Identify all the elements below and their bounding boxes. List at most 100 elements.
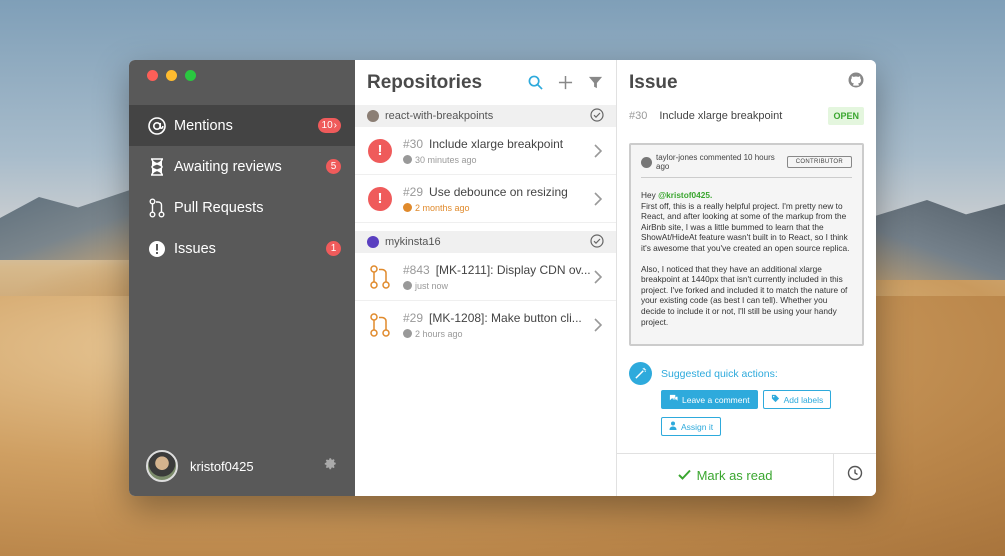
magic-wand-icon (629, 362, 652, 385)
status-badge: OPEN (828, 107, 864, 125)
app-window: Mentions 10 › Awaiting reviews 5 Pull Req… (129, 60, 876, 496)
issue-number: #30 (629, 110, 648, 122)
sidebar-item-issues[interactable]: Issues 1 (129, 228, 355, 269)
issue-icon: ! (367, 138, 393, 164)
clock-icon (403, 329, 412, 338)
issue-footer: Mark as read (617, 453, 876, 496)
at-sign-icon (146, 115, 168, 137)
window-controls (147, 70, 196, 81)
comment-paragraph: First off, this is a really helpful proj… (641, 200, 850, 253)
panel-title: Issue (629, 71, 678, 93)
quick-actions: Leave a comment Add labels Assign it (661, 390, 861, 436)
comment-icon (669, 394, 678, 405)
repo-owner-avatar (367, 236, 379, 248)
item-number: #30 (403, 136, 424, 151)
close-window-button[interactable] (147, 70, 158, 81)
issue-icon (146, 238, 168, 260)
item-time: 2 months ago (415, 202, 470, 213)
repo-name: react-with-breakpoints (385, 110, 494, 122)
minimize-window-button[interactable] (166, 70, 177, 81)
repo-name: mykinsta16 (385, 236, 441, 248)
add-labels-button[interactable]: Add labels (762, 390, 832, 409)
chevron-right-icon: › (333, 120, 337, 131)
comment-paragraph: Also, I noticed that they have an additi… (641, 263, 848, 327)
item-title: Use debounce on resizing (429, 184, 568, 199)
suggested-actions: Suggested quick actions: (629, 362, 778, 385)
pull-request-icon (146, 197, 168, 219)
suggested-actions-label: Suggested quick actions: (661, 367, 778, 380)
sidebar-nav: Mentions 10 › Awaiting reviews 5 Pull Req… (129, 105, 355, 269)
item-title: Include xlarge breakpoint (429, 136, 564, 151)
clock-history-icon (847, 465, 863, 486)
search-icon[interactable] (526, 74, 544, 92)
sidebar: Mentions 10 › Awaiting reviews 5 Pull Req… (129, 60, 355, 496)
sidebar-item-label: Issues (174, 240, 216, 257)
page-title: Repositories (367, 71, 483, 93)
repo-group-header[interactable]: mykinsta16 (355, 231, 616, 253)
sidebar-item-label: Mentions (174, 117, 233, 134)
item-time: just now (415, 280, 449, 291)
list-item[interactable]: #29 [MK-1208]: Make button cli... 2 hours… (355, 301, 616, 348)
avatar (641, 156, 652, 168)
assign-button[interactable]: Assign it (661, 417, 722, 436)
zoom-window-button[interactable] (185, 70, 196, 81)
clock-icon (403, 203, 412, 212)
snooze-button[interactable] (833, 454, 876, 496)
check-circle-icon[interactable] (590, 107, 604, 125)
avatar[interactable] (146, 450, 178, 482)
mentions-count-badge: 10 › (317, 118, 341, 133)
repo-group-header[interactable]: react-with-breakpoints (355, 105, 616, 127)
issues-count-badge: 1 (326, 241, 341, 256)
item-title: [MK-1208]: Make button cli... (429, 310, 582, 325)
plus-icon[interactable] (556, 74, 574, 92)
pull-request-icon (367, 312, 393, 338)
sidebar-item-label: Awaiting reviews (174, 158, 282, 175)
item-time: 30 minutes ago (415, 154, 477, 165)
issue-panel: Issue #30 Include xlarge breakpoint OPEN… (617, 60, 876, 496)
item-title: [MK-1211]: Display CDN ov... (435, 262, 591, 277)
person-icon (669, 421, 677, 432)
sidebar-item-mentions[interactable]: Mentions 10 › (129, 105, 355, 146)
chevron-right-icon (592, 317, 604, 333)
item-number: #29 (403, 310, 424, 325)
list-item[interactable]: ! #30 Include xlarge breakpoint 30 minute… (355, 127, 616, 175)
user-mention[interactable]: @kristof0425. (658, 190, 712, 200)
contributor-badge: CONTRIBUTOR (786, 156, 852, 168)
list-item[interactable]: #843 [MK-1211]: Display CDN ov... just no… (355, 253, 616, 301)
github-icon[interactable] (848, 72, 864, 93)
user-profile: kristof0425 (146, 450, 337, 482)
comment-body: Hey @kristof0425. First off, this is a r… (641, 190, 852, 327)
sidebar-item-awaiting-reviews[interactable]: Awaiting reviews 5 (129, 146, 355, 187)
issue-summary: #30 Include xlarge breakpoint OPEN (617, 105, 876, 127)
awaiting-reviews-count-badge: 5 (326, 159, 341, 174)
tag-icon (771, 394, 780, 405)
sidebar-item-pull-requests[interactable]: Pull Requests (129, 187, 355, 228)
filter-icon[interactable] (586, 74, 604, 92)
sidebar-item-label: Pull Requests (174, 199, 264, 216)
repo-owner-avatar (367, 110, 379, 122)
chevron-right-icon (592, 143, 604, 159)
checkmark-icon (677, 468, 691, 483)
issue-title: Include xlarge breakpoint (659, 110, 783, 122)
repositories-header: Repositories (355, 60, 616, 105)
list-item[interactable]: ! #29 Use debounce on resizing 2 months a… (355, 175, 616, 223)
username: kristof0425 (190, 458, 254, 474)
item-number: #29 (403, 184, 424, 199)
chevron-right-icon (592, 191, 604, 207)
issue-comment: taylor-jones commented 10 hours ago CONT… (629, 143, 864, 346)
gear-icon[interactable] (324, 457, 337, 475)
issue-icon: ! (367, 186, 393, 212)
mark-as-read-button[interactable]: Mark as read (617, 454, 833, 496)
check-circle-icon[interactable] (590, 233, 604, 251)
item-time: 2 hours ago (415, 328, 463, 339)
issue-header: Issue (617, 60, 876, 105)
clock-icon (403, 281, 412, 290)
pull-request-icon (367, 264, 393, 290)
leave-comment-button[interactable]: Leave a comment (661, 390, 758, 409)
repositories-panel: Repositories react-with-breakpoints ! #3… (355, 60, 617, 496)
comment-author: taylor-jones commented 10 hours ago (656, 153, 775, 171)
chevron-right-icon (592, 269, 604, 285)
clock-icon (403, 155, 412, 164)
hourglass-icon (146, 156, 168, 178)
item-number: #843 (403, 262, 430, 277)
